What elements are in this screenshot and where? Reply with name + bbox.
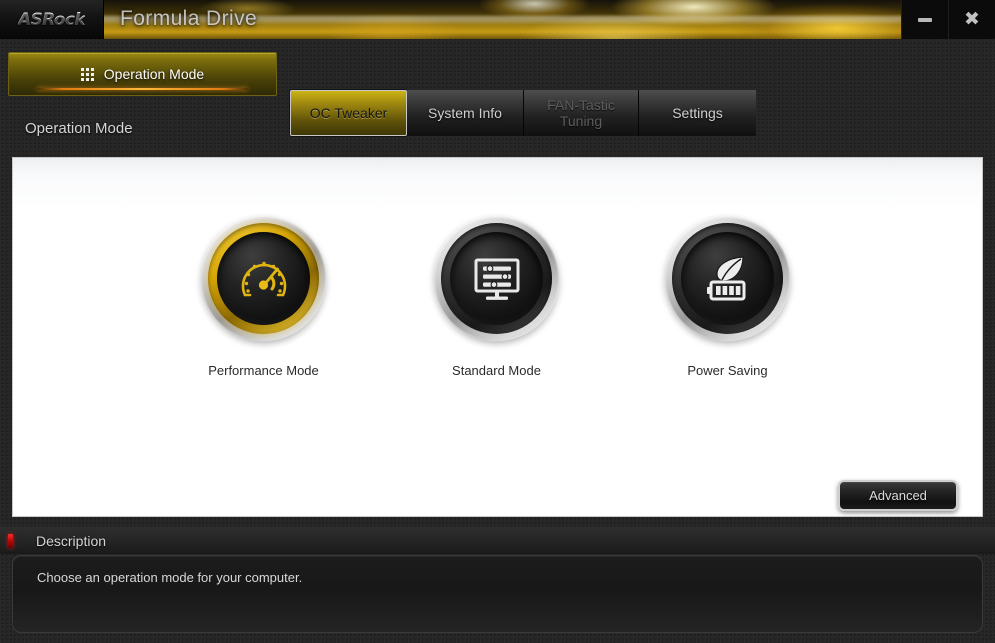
operation-mode-list: Performance Mode Standard Mode Power Sav… bbox=[13, 216, 984, 378]
tab-oc-tweaker[interactable]: OC Tweaker bbox=[290, 90, 407, 136]
tab-system-info[interactable]: System Info bbox=[407, 90, 524, 136]
app-title: Formula Drive bbox=[120, 7, 258, 30]
mode-standard-label: Standard Mode bbox=[452, 363, 541, 378]
mode-power-saving-face bbox=[681, 232, 774, 325]
minimize-button[interactable] bbox=[901, 0, 948, 39]
tab-fan-tastic-tuning-label: FAN-Tastic Tuning bbox=[547, 96, 615, 129]
content-panel: Performance Mode Standard Mode Power Sav… bbox=[12, 157, 983, 517]
mode-standard-button[interactable] bbox=[434, 216, 559, 341]
close-button[interactable]: ✖ bbox=[948, 0, 995, 39]
tab-operation-mode-label: Operation Mode bbox=[103, 66, 205, 82]
tab-active-underline bbox=[37, 88, 248, 90]
tab-operation-mode[interactable]: Operation Mode bbox=[8, 52, 277, 96]
description-box: Choose an operation mode for your comput… bbox=[12, 555, 983, 633]
mode-performance-button[interactable] bbox=[201, 216, 326, 341]
close-icon: ✖ bbox=[964, 8, 980, 30]
minimize-icon bbox=[918, 17, 932, 22]
formula-drive-window: ASRock Formula Drive ✖ Operation Mode OC… bbox=[0, 0, 995, 643]
description-text: Choose an operation mode for your comput… bbox=[37, 570, 303, 585]
asrock-logo-text: ASRock bbox=[17, 9, 86, 30]
leaf-battery-icon bbox=[706, 255, 745, 300]
secondary-tabs: OC Tweaker System Info FAN-Tastic Tuning… bbox=[290, 90, 756, 136]
mode-standard-face bbox=[450, 232, 543, 325]
mode-standard[interactable]: Standard Mode bbox=[381, 216, 612, 378]
window-controls: ✖ bbox=[901, 0, 995, 39]
advanced-button[interactable]: Advanced bbox=[838, 480, 958, 511]
title-bar: ASRock Formula Drive ✖ bbox=[0, 0, 995, 39]
monitor-sliders-icon bbox=[474, 258, 519, 300]
mode-power-saving-button[interactable] bbox=[665, 216, 790, 341]
mode-performance-label: Performance Mode bbox=[208, 363, 319, 378]
description-header: Description bbox=[0, 527, 995, 554]
asrock-logo: ASRock bbox=[0, 0, 104, 39]
page-title: Operation Mode bbox=[25, 120, 133, 137]
tab-fan-tastic-tuning[interactable]: FAN-Tastic Tuning bbox=[524, 90, 639, 136]
tab-bar: Operation Mode OC Tweaker System Info FA… bbox=[0, 39, 995, 136]
description-marker-icon bbox=[8, 533, 13, 548]
tab-oc-tweaker-label: OC Tweaker bbox=[309, 104, 388, 121]
tab-settings-label: Settings bbox=[672, 104, 723, 121]
mode-performance[interactable]: Performance Mode bbox=[148, 216, 379, 378]
description-header-label: Description bbox=[36, 532, 107, 549]
mode-power-saving[interactable]: Power Saving bbox=[612, 216, 843, 378]
mode-power-saving-label: Power Saving bbox=[687, 363, 768, 378]
tab-system-info-label: System Info bbox=[428, 104, 502, 121]
speedometer-icon bbox=[241, 261, 286, 296]
app-banner: Formula Drive bbox=[104, 0, 901, 39]
mode-performance-face bbox=[217, 232, 310, 325]
tab-settings[interactable]: Settings bbox=[639, 90, 756, 136]
grid-icon bbox=[80, 67, 94, 81]
